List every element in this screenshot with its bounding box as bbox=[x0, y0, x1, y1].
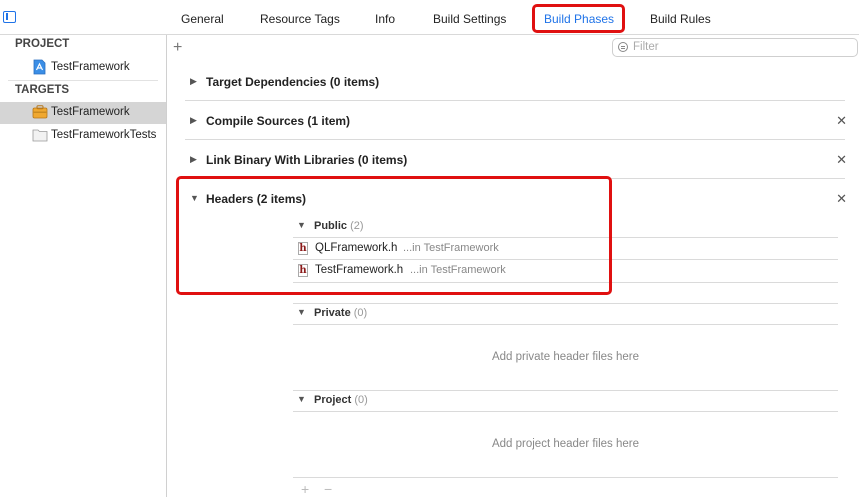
file-name: QLFramework.h bbox=[315, 242, 398, 254]
file-location: ...in TestFramework bbox=[403, 242, 499, 254]
group-name: Private bbox=[314, 307, 351, 319]
phase-title: Link Binary With Libraries (0 items) bbox=[206, 153, 408, 167]
group-count: (2) bbox=[350, 220, 364, 232]
toolbox-icon bbox=[32, 105, 48, 119]
targets-section-header: TARGETS bbox=[15, 84, 70, 96]
private-empty-placeholder: Add private header files here bbox=[491, 351, 640, 363]
filter-icon bbox=[618, 42, 628, 52]
tab-build-settings[interactable]: Build Settings bbox=[433, 12, 506, 26]
phase-title: Compile Sources (1 item) bbox=[206, 114, 351, 128]
disclosure-triangle-icon[interactable]: ▶ bbox=[190, 76, 197, 87]
sidebar-item-label: TestFramework bbox=[51, 61, 130, 73]
project-navigator-sidebar: PROJECT TestFramework TARGETS TestFramew… bbox=[0, 35, 167, 497]
group-name: Project bbox=[314, 394, 352, 406]
disclosure-triangle-down-icon[interactable]: ▼ bbox=[297, 220, 306, 230]
tab-build-rules[interactable]: Build Rules bbox=[650, 12, 711, 26]
folder-icon bbox=[32, 129, 48, 142]
group-divider bbox=[293, 411, 838, 412]
disclosure-triangle-down-icon[interactable]: ▼ bbox=[297, 394, 306, 404]
tab-resource-tags[interactable]: Resource Tags bbox=[260, 12, 340, 26]
private-headers-group[interactable]: ▼ Private (0) bbox=[293, 304, 838, 324]
group-divider bbox=[293, 324, 838, 325]
project-section-header: PROJECT bbox=[15, 38, 70, 50]
phase-title: Target Dependencies (0 items) bbox=[206, 75, 380, 89]
sidebar-item-project[interactable]: TestFramework bbox=[0, 57, 166, 79]
section-divider bbox=[185, 178, 845, 179]
phase-target-dependencies[interactable]: ▶ Target Dependencies (0 items) bbox=[185, 74, 845, 100]
phase-headers[interactable]: ▼ Headers (2 items) ✕ bbox=[185, 191, 847, 217]
header-file-icon: h bbox=[298, 242, 308, 255]
disclosure-triangle-down-icon[interactable]: ▼ bbox=[297, 307, 306, 317]
header-file-row[interactable]: h QLFramework.h ...in TestFramework bbox=[293, 238, 838, 260]
sidebar-divider bbox=[8, 80, 158, 81]
filter-field[interactable]: Filter bbox=[612, 38, 858, 57]
editor-tab-bar: General Resource Tags Info Build Setting… bbox=[0, 0, 859, 35]
tab-general[interactable]: General bbox=[181, 12, 224, 26]
navigator-toggle-icon[interactable] bbox=[3, 11, 16, 23]
filter-placeholder: Filter bbox=[633, 41, 659, 53]
section-divider bbox=[185, 100, 845, 101]
remove-header-button[interactable]: − bbox=[324, 481, 332, 497]
phase-compile-sources[interactable]: ▶ Compile Sources (1 item) ✕ bbox=[185, 113, 847, 139]
group-divider bbox=[293, 477, 838, 478]
file-location: ...in TestFramework bbox=[410, 264, 506, 276]
public-headers-group[interactable]: ▼ Public (2) bbox=[293, 217, 838, 237]
phase-link-binary[interactable]: ▶ Link Binary With Libraries (0 items) ✕ bbox=[185, 152, 847, 178]
group-count: (0) bbox=[353, 307, 368, 319]
sidebar-item-label: TestFrameworkTests bbox=[51, 129, 157, 141]
header-file-icon: h bbox=[298, 264, 308, 277]
tab-info[interactable]: Info bbox=[375, 12, 395, 26]
section-divider bbox=[185, 139, 845, 140]
remove-phase-icon[interactable]: ✕ bbox=[836, 191, 847, 207]
row-divider bbox=[293, 282, 838, 283]
header-file-row[interactable]: h TestFramework.h ...in TestFramework bbox=[293, 260, 838, 282]
disclosure-triangle-icon[interactable]: ▶ bbox=[190, 154, 197, 165]
remove-phase-icon[interactable]: ✕ bbox=[836, 152, 847, 168]
add-build-phase-button[interactable]: + bbox=[173, 40, 182, 56]
sidebar-item-target-testframeworktests[interactable]: TestFrameworkTests bbox=[0, 125, 166, 147]
group-count: (0) bbox=[354, 394, 368, 406]
project-headers-group[interactable]: ▼ Project (0) bbox=[293, 391, 838, 411]
project-empty-placeholder: Add project header files here bbox=[491, 438, 640, 450]
build-phases-editor: + Filter ▶ Target Dependencies (0 items)… bbox=[167, 35, 859, 497]
phase-title: Headers (2 items) bbox=[206, 192, 307, 206]
add-header-button[interactable]: + bbox=[301, 481, 309, 497]
tab-build-phases[interactable]: Build Phases bbox=[544, 12, 614, 26]
group-name: Public bbox=[314, 220, 348, 232]
disclosure-triangle-down-icon[interactable]: ▼ bbox=[190, 193, 199, 203]
xcode-project-icon bbox=[33, 59, 46, 75]
file-name: TestFramework.h bbox=[315, 264, 404, 276]
sidebar-item-label: TestFramework bbox=[51, 106, 130, 118]
remove-phase-icon[interactable]: ✕ bbox=[836, 113, 847, 129]
disclosure-triangle-icon[interactable]: ▶ bbox=[190, 115, 197, 126]
sidebar-item-target-testframework[interactable]: TestFramework bbox=[0, 102, 166, 124]
